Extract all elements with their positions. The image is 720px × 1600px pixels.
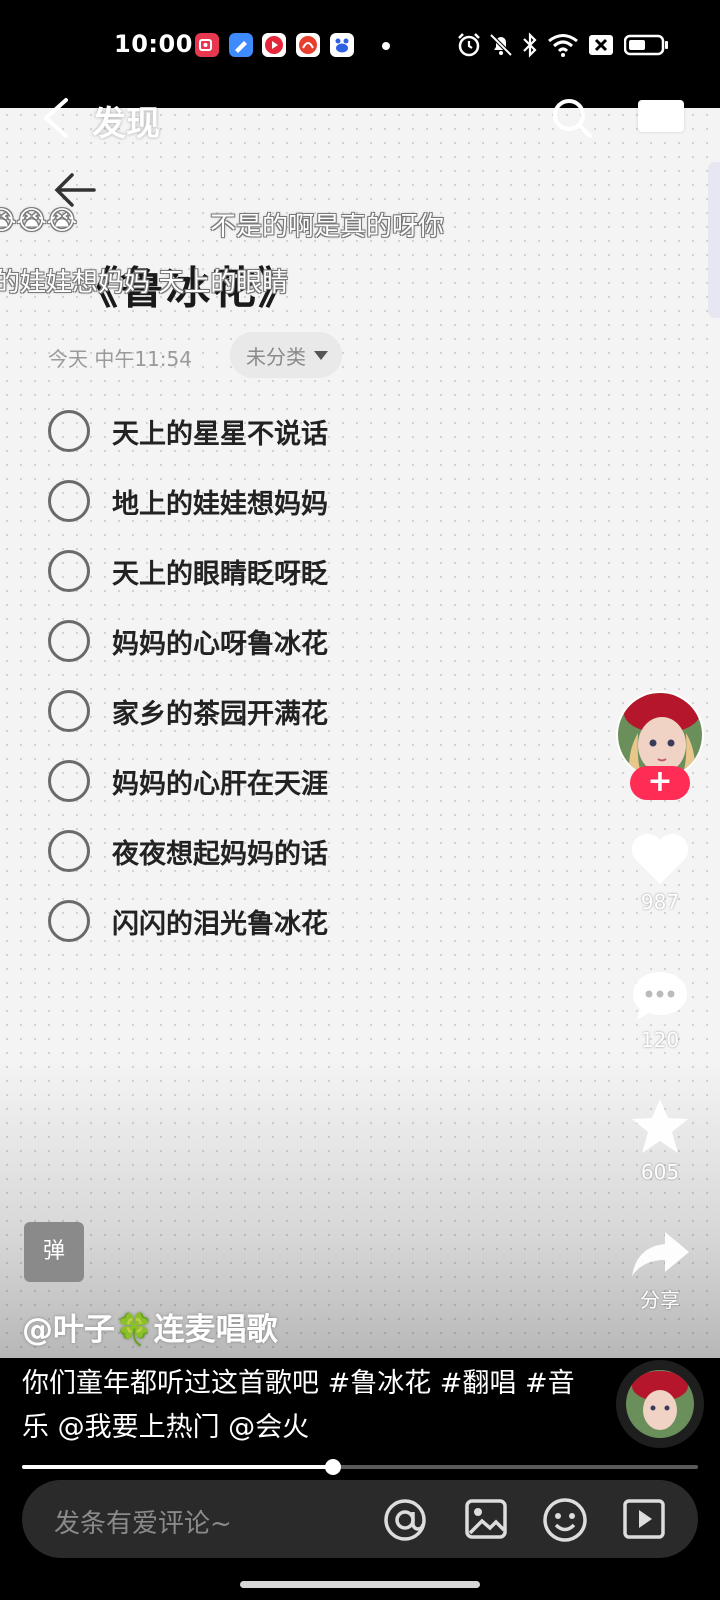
video-caption[interactable]: 你们童年都听过这首歌吧 #鲁冰花 #翻唱 #音乐 @我要上热门 @会火 [22,1362,582,1450]
danmaku-comment: 的娃娃想妈妈 天上的眼睛 [0,268,289,298]
checkbox-circle-icon [48,690,90,732]
share-label: 分享 [640,1288,680,1312]
share-button[interactable]: 分享 [620,1228,700,1313]
checklist-item-text: 妈妈的心肝在天涯 [112,768,328,800]
checklist-item-text: 天上的眼睛眨呀眨 [112,558,328,590]
search-icon[interactable] [550,96,594,140]
screen: 10:00 《鲁冰花》 今天 中午11:54 未分类 天上的星星不说话 地上的娃… [0,0,720,1600]
note-date: 今天 中午11:54 [48,347,192,371]
checkbox-circle-icon [48,410,90,452]
wifi-icon [548,34,578,57]
favorite-button[interactable]: 605 [620,1096,700,1184]
star-icon [632,1099,688,1153]
image-icon[interactable] [464,1497,508,1541]
close-box-icon [589,35,613,55]
checklist-item-text: 天上的星星不说话 [112,418,328,450]
note-category-label: 未分类 [246,344,306,369]
note-checklist: 天上的星星不说话 地上的娃娃想妈妈 天上的眼睛眨呀眨 妈妈的心呀鲁冰花 家乡的茶… [48,396,408,956]
alarm-icon [458,33,480,57]
bluetooth-icon [523,32,537,58]
checklist-item: 天上的眼睛眨呀眨 [48,536,408,606]
caret-down-icon [314,350,328,360]
like-button[interactable]: 987 [620,830,700,914]
author-name[interactable]: @叶子🍀连麦唱歌 [22,1304,278,1349]
comment-count: 120 [640,1028,680,1052]
checklist-item-text: 夜夜想起妈妈的话 [112,838,328,870]
danmaku-comment: 不是的啊是真的呀你 [210,212,445,242]
baidu-icon [330,33,354,57]
page-title: 发现 [92,104,160,144]
mute-icon [489,33,513,57]
status-time: 10:00 [114,30,193,58]
checklist-item-text: 地上的娃娃想妈妈 [112,488,328,520]
danmaku-comment: 😭😭😭 [0,206,78,236]
video-progress-thumb[interactable] [324,1459,341,1475]
favorite-count: 605 [640,1160,680,1184]
checklist-item: 家乡的茶园开满花 [48,676,408,746]
checklist-item-text: 妈妈的心呀鲁冰花 [112,628,328,660]
note-back-arrow-icon [54,173,96,207]
screen-recorder-icon [195,33,219,57]
checkbox-circle-icon [48,550,90,592]
checkbox-circle-icon [48,480,90,522]
checklist-item: 妈妈的心肝在天涯 [48,746,408,816]
video-progress-fill [22,1465,333,1469]
video-progress-bar[interactable] [22,1459,698,1475]
checkbox-circle-icon [48,620,90,662]
checkbox-circle-icon [48,830,90,872]
checklist-item: 天上的星星不说话 [48,396,408,466]
notification-dot [382,42,390,50]
checklist-item-text: 闪闪的泪光鲁冰花 [112,908,328,940]
comment-button[interactable]: 120 [620,968,700,1052]
note-category-chip: 未分类 [230,332,342,378]
checklist-item-text: 家乡的茶园开满花 [112,698,328,730]
back-chevron-icon[interactable] [38,96,74,140]
home-gesture-bar[interactable] [240,1581,480,1588]
like-count: 987 [640,890,680,914]
checklist-item: 妈妈的心呀鲁冰花 [48,606,408,676]
emoji-icon[interactable] [542,1497,588,1543]
checklist-item: 闪闪的泪光鲁冰花 [48,886,408,956]
huawei-app-icon [296,33,320,57]
heart-icon [631,833,689,884]
more-icon[interactable] [638,100,684,132]
note-app-icon [229,33,253,57]
video-app-icon [262,33,286,57]
danmaku-toggle-badge[interactable]: 弹 [24,1222,84,1282]
follow-button[interactable]: + [630,766,690,800]
comment-input[interactable]: 发条有爱评论~ [54,1503,232,1540]
mention-icon[interactable] [382,1497,428,1543]
edge-handle [708,162,720,318]
checkbox-circle-icon [48,900,90,942]
comment-bubble-icon [633,972,687,1020]
comment-bar[interactable]: 发条有爱评论~ [22,1480,698,1558]
share-arrow-icon [632,1232,689,1276]
checkbox-circle-icon [48,760,90,802]
checklist-item: 夜夜想起妈妈的话 [48,816,408,886]
music-disc[interactable] [616,1360,704,1448]
checklist-item: 地上的娃娃想妈妈 [48,466,408,536]
battery-icon [624,34,668,56]
status-bar: 10:00 [0,0,720,92]
video-reply-icon[interactable] [622,1497,666,1541]
